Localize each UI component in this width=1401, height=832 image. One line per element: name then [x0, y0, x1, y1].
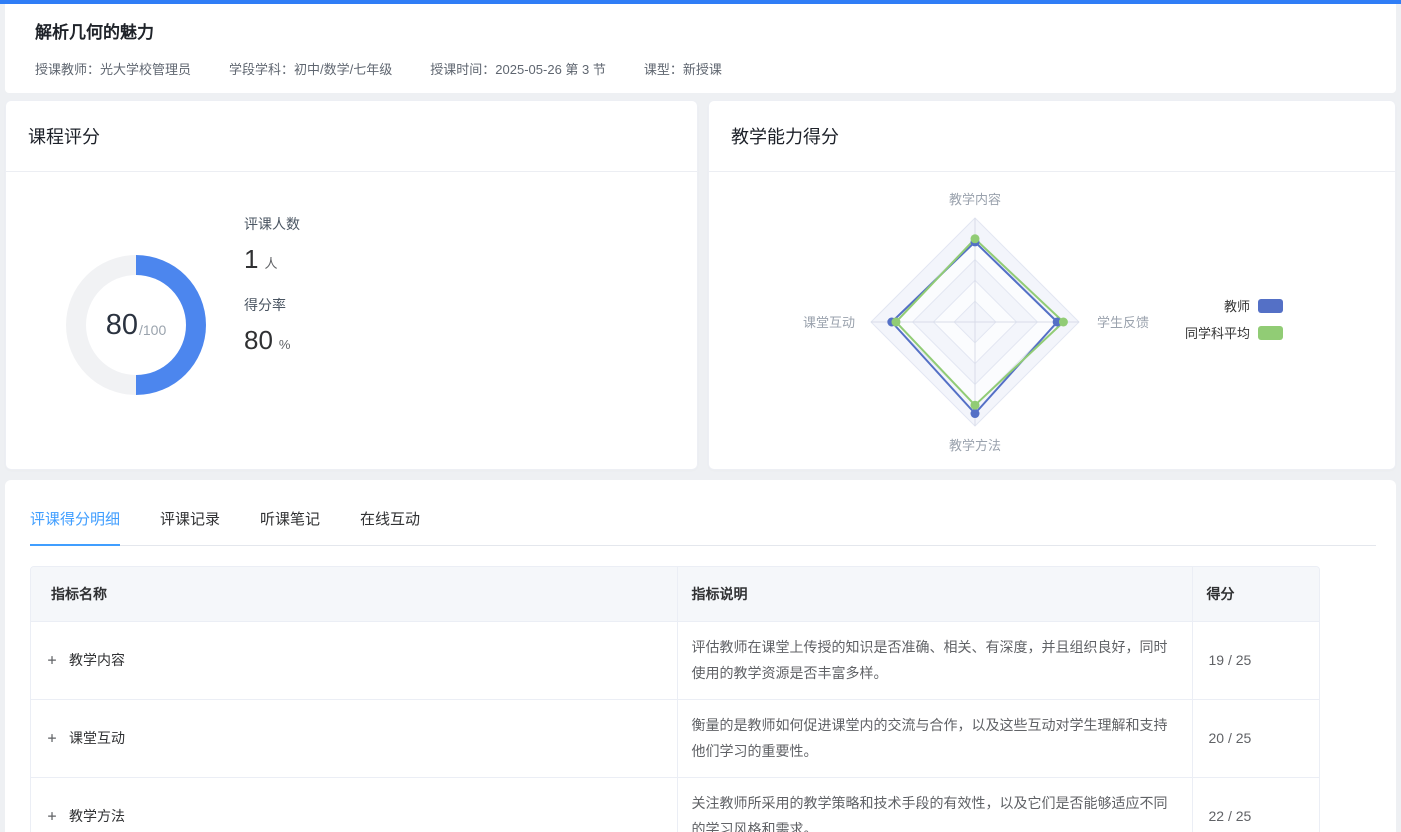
indicator-table: 指标名称 指标说明 得分 + 教学内容 评估教师在课堂上传授的知识是否准确、相关、… — [31, 567, 1320, 832]
indicator-table-wrapper: 指标名称 指标说明 得分 + 教学内容 评估教师在课堂上传授的知识是否准确、相关、… — [30, 566, 1320, 832]
detail-tabs: 评课得分明细 评课记录 听课笔记 在线互动 — [30, 502, 1376, 546]
reviewer-count-label: 评课人数 — [244, 214, 300, 234]
top-cards-row: 课程评分 80/100 评课人数 1人 得分率 80% 教学能力得分 — [5, 100, 1396, 470]
meta-grade-subject: 学段学科：初中/数学/七年级 — [229, 59, 392, 78]
meta-teacher: 授课教师：光大学校管理员 — [35, 59, 191, 78]
table-row: + 教学方法 关注教师所采用的教学策略和技术手段的有效性，以及它们是否能够适应不同… — [31, 777, 1320, 832]
radar-axis-label: 教学方法 — [949, 438, 1001, 453]
meta-time: 授课时间：2025-05-26 第 3 节 — [430, 59, 606, 78]
tab-online-interaction[interactable]: 在线互动 — [360, 502, 420, 545]
score-rate-value: 80 — [244, 325, 273, 355]
radar-chart: 教学内容学生反馈教学方法 课堂互动 — [709, 172, 1395, 469]
score-rate-unit: % — [279, 337, 291, 352]
detail-section-card: 评课得分明细 评课记录 听课笔记 在线互动 指标名称 指标说明 得分 + 教学内容… — [5, 480, 1396, 832]
teaching-ability-card: 教学能力得分 教学内容学生反馈教学方法 课堂互动 教师 同学科平均 — [708, 100, 1396, 470]
tab-review-records[interactable]: 评课记录 — [160, 502, 220, 545]
legend-item-teacher[interactable]: 教师 — [1185, 296, 1283, 315]
reviewer-count-unit: 人 — [264, 256, 277, 271]
course-score-card-body: 80/100 评课人数 1人 得分率 80% — [6, 172, 697, 469]
radar-axis-label: 教学内容 — [949, 192, 1001, 207]
teaching-ability-card-body: 教学内容学生反馈教学方法 课堂互动 教师 同学科平均 — [709, 172, 1395, 469]
indicator-desc: 评估教师在课堂上传授的知识是否准确、相关、有深度，并且组织良好，同时使用的教学资… — [677, 621, 1192, 699]
indicator-name: 课堂互动 — [69, 728, 125, 748]
expand-row-icon[interactable]: + — [45, 729, 59, 747]
table-row: + 课堂互动 衡量的是教师如何促进课堂内的交流与合作，以及这些互动对学生理解和支持… — [31, 699, 1320, 777]
legend-item-subject-average[interactable]: 同学科平均 — [1185, 323, 1283, 342]
tab-listening-notes[interactable]: 听课笔记 — [260, 502, 320, 545]
expand-row-icon[interactable]: + — [45, 651, 59, 669]
score-rate-value-row: 80% — [244, 325, 300, 356]
radar-axis-label: 课堂互动 — [803, 315, 855, 330]
legend-teacher-label: 教师 — [1224, 296, 1250, 315]
indicator-name: 教学方法 — [69, 806, 125, 826]
score-rate-label: 得分率 — [244, 295, 300, 315]
table-row: + 教学内容 评估教师在课堂上传授的知识是否准确、相关、有深度，并且组织良好，同时… — [31, 621, 1320, 699]
course-header-card: 解析几何的魅力 授课教师：光大学校管理员 学段学科：初中/数学/七年级 授课时间… — [5, 4, 1396, 93]
legend-subject-average-swatch — [1258, 326, 1283, 340]
header-indicator-desc: 指标说明 — [677, 567, 1192, 621]
course-score-card: 课程评分 80/100 评课人数 1人 得分率 80% — [5, 100, 698, 470]
teaching-ability-card-title: 教学能力得分 — [731, 123, 839, 149]
indicator-desc: 关注教师所采用的教学策略和技术手段的有效性，以及它们是否能够适应不同的学习风格和… — [677, 777, 1192, 832]
teaching-ability-card-header: 教学能力得分 — [709, 101, 1395, 172]
header-indicator-name: 指标名称 — [31, 567, 677, 621]
indicator-score: 20 / 25 — [1192, 699, 1320, 777]
header-score: 得分 — [1192, 567, 1320, 621]
meta-course-type: 课型：新授课 — [644, 59, 722, 78]
score-stats: 评课人数 1人 得分率 80% — [244, 214, 300, 376]
course-score-card-title: 课程评分 — [28, 123, 100, 149]
score-donut-center: 80/100 — [86, 275, 186, 375]
indicator-score: 22 / 25 — [1192, 777, 1320, 832]
table-header-row: 指标名称 指标说明 得分 — [31, 567, 1320, 621]
indicator-desc: 衡量的是教师如何促进课堂内的交流与合作，以及这些互动对学生理解和支持他们学习的重… — [677, 699, 1192, 777]
tab-score-detail[interactable]: 评课得分明细 — [30, 502, 120, 546]
score-donut-chart: 80/100 — [66, 255, 206, 395]
reviewer-count-value: 1 — [244, 244, 258, 274]
page-title: 解析几何的魅力 — [35, 14, 1366, 43]
score-value: 80 — [106, 309, 138, 342]
legend-subject-average-label: 同学科平均 — [1185, 323, 1250, 342]
radar-axis-label: 学生反馈 — [1097, 315, 1149, 330]
indicator-score: 19 / 25 — [1192, 621, 1320, 699]
indicator-name: 教学内容 — [69, 650, 125, 670]
course-score-card-header: 课程评分 — [6, 101, 697, 172]
expand-row-icon[interactable]: + — [45, 807, 59, 825]
legend-teacher-swatch — [1258, 299, 1283, 313]
radar-legend: 教师 同学科平均 — [1185, 296, 1283, 350]
course-meta-row: 授课教师：光大学校管理员 学段学科：初中/数学/七年级 授课时间：2025-05… — [35, 59, 1366, 78]
reviewer-count-value-row: 1人 — [244, 244, 300, 275]
score-max: /100 — [139, 322, 166, 338]
